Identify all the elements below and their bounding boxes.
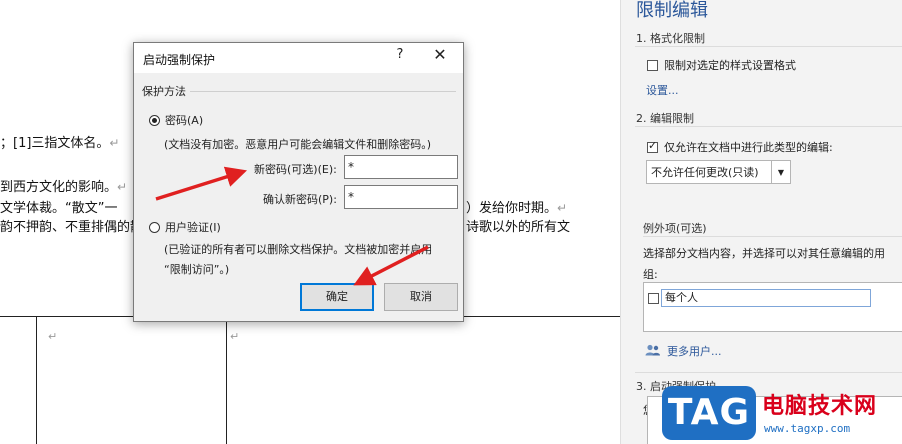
cancel-button[interactable]: 取消 [384,283,458,311]
new-password-label: 新密码(可选)(E): [254,163,337,176]
paragraph-mark-icon: ↵ [557,201,568,215]
allow-editing-checkbox[interactable] [647,139,658,153]
doc-line: 文学体裁。“散文”一 [0,201,118,216]
everyone-label: 每个人 [661,289,871,307]
editing-type-value: 不允许任何更改(只读) [651,166,759,179]
exceptions-heading: 例外项(可选) [643,222,707,235]
exceptions-description: 选择部分文档内容，并选择可以对其任意编辑的用 [643,247,885,260]
dialog-titlebar[interactable]: 启动强制保护 ? ✕ [134,43,463,73]
everyone-checkbox[interactable] [648,292,659,304]
limit-formatting-checkbox-row[interactable]: 限制对选定的样式设置格式 [647,57,796,73]
protection-method-label: 保护方法 [142,85,186,98]
user-auth-note: (已验证的所有者可以删除文档保护。文档被加密并启用 [164,243,433,256]
allow-editing-label: 仅允许在文档中进行此类型的编辑: [664,141,833,154]
divider [635,372,902,373]
table-border [36,316,37,444]
password-radio-row[interactable]: 密码(A) [149,112,203,128]
user-auth-option-label: 用户验证(I) [165,221,221,234]
table-border [226,316,227,444]
settings-link[interactable]: 设置... [646,82,679,98]
help-button[interactable]: ? [390,47,410,62]
limit-formatting-label: 限制对选定的样式设置格式 [664,59,796,72]
divider [635,46,902,47]
doc-line: ；[1]三指文体名。↵ [0,136,120,151]
doc-line: 韵不押韵、不重排偶的散 [0,220,144,235]
list-item[interactable]: 每个人 [648,289,871,307]
user-auth-radio-row[interactable]: 用户验证(I) [149,219,221,235]
restrict-editing-pane: 限制编辑 1. 格式化限制 限制对选定的样式设置格式 设置... 2. 编辑限制… [620,0,902,444]
user-auth-radio[interactable] [149,221,160,233]
divider [635,126,902,127]
doc-line: ）发给你时期。↵ [466,201,568,216]
cell-mark-icon: ↵ [230,330,240,343]
password-note: (文档没有加密。恶意用户可能会编辑文件和删除密码。) [164,138,432,151]
ok-button[interactable]: 确定 [300,283,374,311]
watermark-site-name: 电脑技术网 [762,394,878,419]
exceptions-description-cont: 组: [643,268,658,281]
password-radio[interactable] [149,114,160,126]
more-users-link[interactable]: 更多用户... [667,343,722,359]
divider [643,236,902,237]
users-icon [645,344,660,356]
cell-mark-icon: ↵ [48,330,58,343]
paragraph-mark-icon: ↵ [109,136,120,150]
watermark-tag: TAG [662,386,756,440]
close-icon[interactable]: ✕ [430,45,450,64]
password-option-label: 密码(A) [165,114,204,127]
limit-formatting-checkbox[interactable] [647,59,658,71]
doc-line: 到西方文化的影响。↵ [0,180,128,195]
paragraph-mark-icon: ↵ [117,180,128,194]
new-password-field[interactable]: * [344,155,458,179]
allow-editing-checkbox-row[interactable]: 仅允许在文档中进行此类型的编辑: [647,139,833,155]
confirm-password-label: 确认新密码(P): [263,193,337,206]
dialog-title: 启动强制保护 [143,53,216,67]
watermark-url: www.tagxp.com [764,422,851,435]
format-restrictions-heading: 1. 格式化限制 [636,32,705,45]
divider [190,91,456,92]
pane-title: 限制编辑 [636,0,708,21]
start-enforcing-protection-dialog: 启动强制保护 ? ✕ 保护方法 密码(A) (文档没有加密。恶意用户可能会编辑文… [133,42,464,322]
doc-line: 诗歌以外的所有文 [466,220,571,235]
confirm-password-field[interactable]: * [344,185,458,209]
editing-restrictions-heading: 2. 编辑限制 [636,112,694,125]
editing-type-dropdown[interactable]: 不允许任何更改(只读) ▼ [646,160,791,184]
groups-listbox[interactable]: 每个人 [643,282,902,332]
chevron-down-icon[interactable]: ▼ [771,161,790,183]
site-watermark-logo: TAG 电脑技术网 www.tagxp.com [662,382,902,444]
user-auth-note-cont: “限制访问”。) [164,263,230,276]
